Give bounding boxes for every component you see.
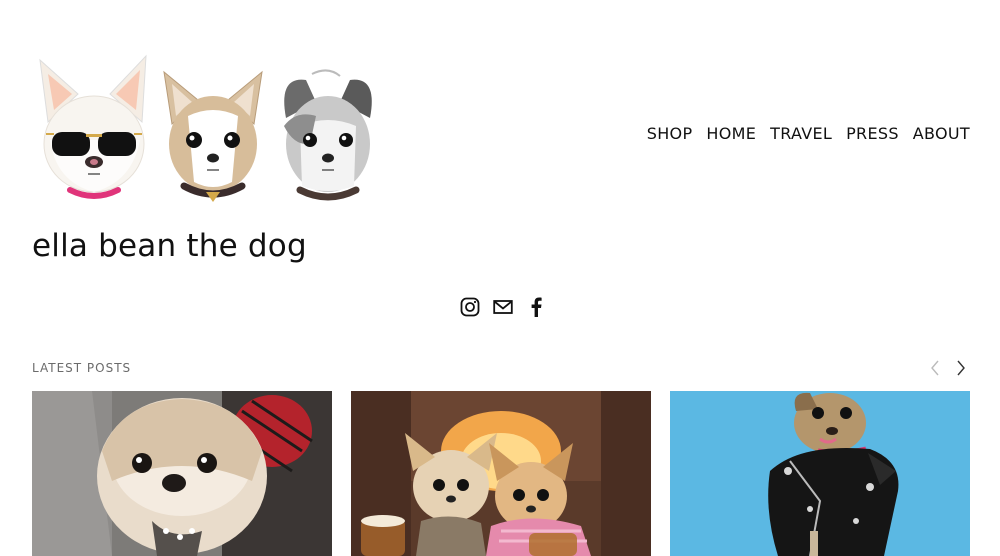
main-nav: SHOP HOME TRAVEL PRESS ABOUT (647, 124, 970, 143)
grey-terrier-logo-icon (276, 66, 380, 206)
post-thumbnail-leather-jacket-dog[interactable] (670, 391, 970, 556)
mail-icon[interactable] (492, 296, 514, 318)
site-title[interactable]: ella bean the dog (32, 228, 307, 264)
nav-travel[interactable]: TRAVEL (770, 124, 832, 143)
facebook-icon[interactable] (525, 296, 547, 318)
chevron-right-icon[interactable] (954, 359, 968, 377)
chihuahua-logo-icon (158, 64, 268, 204)
nav-shop[interactable]: SHOP (647, 124, 693, 143)
instagram-icon[interactable] (459, 296, 481, 318)
chevron-left-icon[interactable] (928, 359, 942, 377)
sunglasses-dog-icon (36, 52, 154, 204)
latest-posts-label: LATEST POSTS (32, 361, 132, 375)
post-thumbnail-chihuahuas-fireplace[interactable] (351, 391, 651, 556)
latest-posts-carousel (32, 391, 970, 556)
site-logo[interactable] (36, 52, 386, 204)
nav-home[interactable]: HOME (706, 124, 756, 143)
nav-about[interactable]: ABOUT (913, 124, 970, 143)
social-links (459, 296, 547, 318)
nav-press[interactable]: PRESS (846, 124, 899, 143)
carousel-arrows (928, 359, 968, 377)
post-thumbnail-shih-tzu[interactable] (32, 391, 332, 556)
